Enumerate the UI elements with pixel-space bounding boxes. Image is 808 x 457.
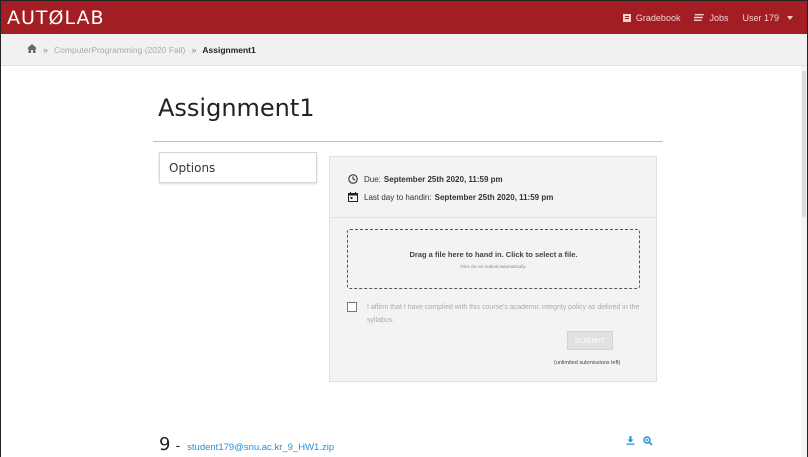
page-scrollbar-thumb[interactable] (802, 71, 806, 217)
file-dropzone[interactable]: Drag a file here to hand in. Click to se… (347, 229, 640, 289)
submission-number: 9 (159, 434, 171, 455)
affirm-text: I affirm that I have complied with this … (367, 304, 640, 324)
due-value: September 25th 2020, 11:59 pm (383, 174, 503, 184)
dropzone-instruction: Drag a file here to hand in. Click to se… (409, 250, 578, 259)
submission-row: 9 - student179@snu.ac.kr_9_HW1.zip (159, 434, 334, 455)
view-icon[interactable] (643, 436, 653, 446)
breadcrumb-separator-icon: » (191, 44, 197, 55)
gradebook-link[interactable]: Gradebook (622, 12, 681, 23)
dropzone-note: Files do not submit automatically. (460, 264, 527, 269)
user-name: User 179 (742, 12, 779, 23)
home-icon[interactable] (27, 44, 37, 55)
breadcrumb: » ComputerProgramming (2020 Fall) » Assi… (1, 34, 807, 66)
navbar-links: Gradebook Jobs User 179 (609, 13, 793, 23)
options-menu[interactable]: Options (159, 152, 317, 183)
title-divider (153, 141, 663, 142)
autolab-logo[interactable]: AUTØLAB (7, 7, 105, 29)
calendar-icon (348, 192, 358, 202)
last-day-value: September 25th 2020, 11:59 pm (434, 192, 554, 202)
due-date-row: Due: September 25th 2020, 11:59 pm (348, 174, 503, 184)
breadcrumb-course-link[interactable]: ComputerProgramming (2020 Fall) (54, 45, 185, 55)
chevron-down-icon (787, 15, 793, 20)
clock-icon (348, 174, 358, 184)
due-dates-section: Due: September 25th 2020, 11:59 pm Last … (330, 157, 656, 218)
affirm-checkbox[interactable] (347, 302, 357, 312)
last-day-row: Last day to handin: September 25th 2020,… (348, 192, 553, 202)
last-day-label: Last day to handin: (364, 192, 432, 202)
submission-file-link[interactable]: student179@snu.ac.kr_9_HW1.zip (187, 442, 334, 453)
integrity-affirmation: I affirm that I have complied with this … (347, 301, 647, 327)
submission-actions (626, 436, 653, 446)
breadcrumb-current: Assignment1 (202, 44, 256, 55)
jobs-link[interactable]: Jobs (694, 13, 728, 23)
gradebook-icon (622, 13, 631, 22)
jobs-icon (694, 14, 705, 21)
page-title: Assignment1 (158, 94, 315, 122)
submit-button[interactable]: SUBMIT (567, 331, 613, 350)
top-navbar: AUTØLAB Gradebook Jobs User 179 (1, 1, 807, 34)
due-label: Due: (364, 174, 381, 184)
user-menu[interactable]: User 179 (742, 13, 793, 23)
download-icon[interactable] (626, 436, 635, 446)
breadcrumb-separator-icon: » (43, 44, 49, 55)
submission-dash: - (175, 439, 181, 454)
app-window: AUTØLAB Gradebook Jobs User 179 » Comput… (0, 0, 808, 457)
submissions-remaining: (unlimited submissions left) (554, 360, 621, 366)
jobs-label: Jobs (709, 12, 729, 23)
handin-panel: Due: September 25th 2020, 11:59 pm Last … (329, 156, 657, 382)
gradebook-label: Gradebook (635, 12, 681, 23)
